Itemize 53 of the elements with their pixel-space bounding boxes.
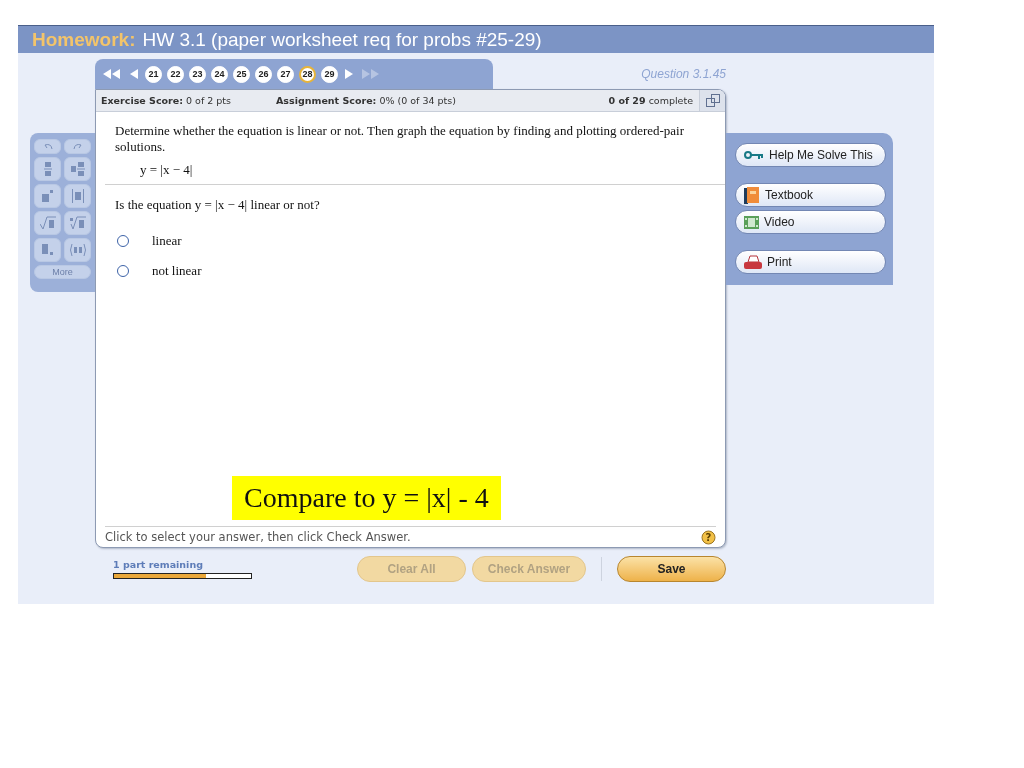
question-number[interactable]: 25 — [233, 65, 250, 83]
completion-count: 0 of 29 complete — [608, 95, 693, 106]
instructions-text: Determine whether the equation is linear or not. Then graph the equation by finding and plotting ordered-pair solutions. — [115, 123, 686, 155]
nth-root-icon — [69, 216, 86, 230]
question-prompt: Is the equation y = |x − 4| linear or not? — [115, 197, 321, 213]
tool-button[interactable]: Help Me Solve This — [735, 143, 886, 167]
radio-button[interactable] — [117, 265, 129, 277]
assignment-score: Assignment Score: 0% (0 of 34 pts) — [276, 95, 456, 106]
footer-hint: Click to select your answer, then click Check Answer. — [105, 530, 411, 544]
printer-icon — [744, 255, 762, 269]
homework-label: Homework: — [32, 28, 136, 51]
last-icon — [362, 69, 380, 79]
film-icon — [744, 215, 759, 229]
square-root-icon — [39, 216, 56, 230]
assignment-title: HW 3.1 (paper worksheet req for probs #25-29) — [142, 28, 542, 51]
question-number[interactable]: 26 — [255, 65, 272, 83]
nav-arrow-button[interactable] — [101, 69, 123, 79]
option-label[interactable]: linear — [152, 233, 182, 249]
book-icon — [744, 186, 760, 204]
first-icon — [103, 69, 121, 79]
nav-arrow-button[interactable] — [128, 69, 140, 79]
expand-button[interactable] — [699, 90, 725, 111]
tool-button[interactable]: Video — [735, 210, 886, 234]
key-icon — [744, 150, 764, 160]
tool-button[interactable]: Textbook — [735, 183, 886, 207]
equation-text: y = |x − 4| — [140, 162, 194, 178]
question-number[interactable]: 21 — [145, 65, 162, 83]
exercise-score: Exercise Score: 0 of 2 pts — [101, 95, 231, 106]
redo-icon — [71, 142, 84, 151]
mixed-number-icon — [70, 162, 85, 176]
previous-icon — [130, 69, 138, 79]
next-icon — [345, 69, 353, 79]
question-number[interactable]: 23 — [189, 65, 206, 83]
decimal-icon — [41, 244, 54, 256]
tool-button[interactable]: Print — [735, 250, 886, 274]
question-number[interactable]: 29 — [321, 65, 338, 83]
nav-arrow-button[interactable] — [343, 69, 355, 79]
question-number[interactable]: 24 — [211, 65, 228, 83]
absolute-value-icon — [71, 189, 84, 203]
question-number[interactable]: 28 — [299, 65, 316, 83]
radio-button[interactable] — [117, 235, 129, 247]
fraction-icon — [43, 162, 52, 176]
question-number[interactable]: 27 — [277, 65, 294, 83]
ordered-pair-icon — [68, 243, 87, 257]
option-label[interactable]: not linear — [152, 263, 202, 279]
highlighted-note: Compare to y = |x| - 4 — [232, 476, 501, 520]
question-id: Question 3.1.45 — [641, 67, 726, 81]
question-number[interactable]: 22 — [167, 65, 184, 83]
exponent-icon — [41, 190, 54, 202]
expand-icon — [705, 94, 720, 107]
progress-label: 1 part remaining — [113, 559, 204, 570]
help-icon[interactable]: ? — [701, 529, 716, 545]
action-button[interactable]: Save — [616, 556, 726, 582]
